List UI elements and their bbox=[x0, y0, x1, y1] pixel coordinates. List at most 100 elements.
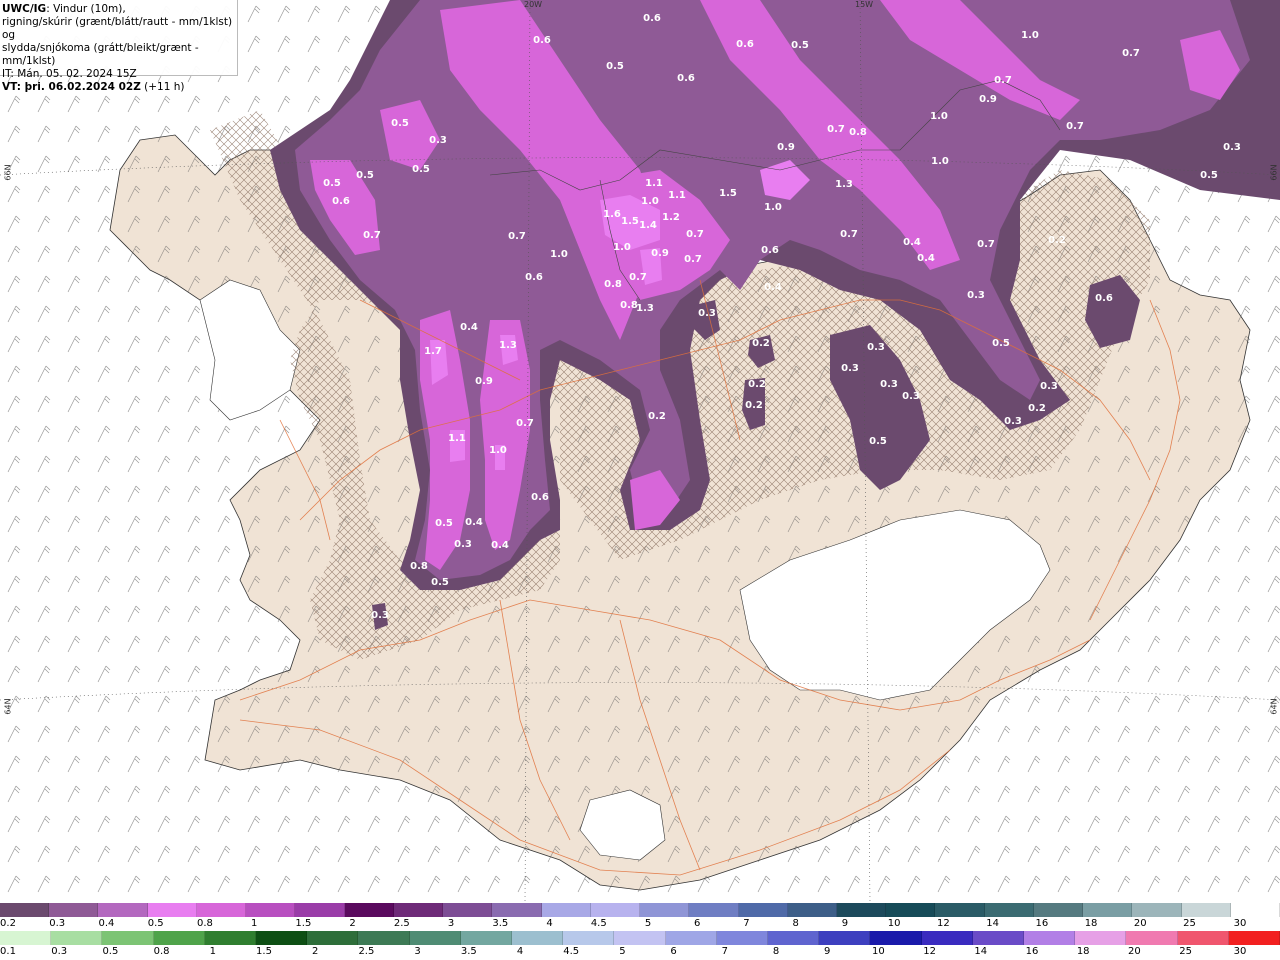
legend-swatch bbox=[921, 931, 973, 945]
rain-legend-labels: 0.1 0.3 0.5 0.8 1 1.5 2 2.5 3 3.5 4 4.5 5 6 7 8 9 10 12 14 1… bbox=[0, 946, 1280, 958]
precip-value: 0.4 bbox=[460, 322, 478, 333]
precip-value: 1.1 bbox=[448, 433, 466, 444]
legend-swatch bbox=[344, 903, 394, 917]
legend-label: 4 bbox=[516, 946, 524, 957]
legend-label: 25 bbox=[1179, 946, 1192, 957]
precip-value: 0.6 bbox=[761, 245, 779, 256]
precip-value: 1.3 bbox=[835, 179, 853, 190]
precip-value: 0.5 bbox=[323, 178, 341, 189]
init-time: IT: Mán. 05. 02. 2024 15Z bbox=[2, 68, 137, 80]
snow-legend-labels: 0.2 0.3 0.4 0.5 0.8 1 1.5 2 2.5 3 3.5 4 4.5 5 6 7 8 9 10 12… bbox=[0, 918, 1280, 930]
precip-value: 0.9 bbox=[979, 94, 997, 105]
precip-value: 0.3 bbox=[880, 379, 898, 390]
legend-swatch bbox=[1181, 903, 1231, 917]
precip-value: 0.3 bbox=[454, 539, 472, 550]
legend-label: 18 bbox=[1084, 918, 1098, 929]
legend-swatch bbox=[307, 931, 359, 945]
precip-value: 0.5 bbox=[412, 164, 430, 175]
legend-label: 8 bbox=[792, 918, 799, 929]
legend-label: 2 bbox=[349, 918, 356, 929]
lon-label-15w: 15W bbox=[855, 0, 874, 9]
legend-label: 12 bbox=[937, 918, 950, 929]
precip-value: 1.0 bbox=[764, 202, 782, 213]
precip-value: 0.3 bbox=[371, 610, 389, 621]
legend-swatch bbox=[563, 931, 615, 945]
legend-label: 10 bbox=[872, 946, 885, 957]
precip-value: 0.3 bbox=[1040, 381, 1058, 392]
precip-value: 0.5 bbox=[606, 61, 624, 72]
lead-time: (+11 h) bbox=[140, 81, 185, 93]
legend-swatch bbox=[787, 903, 837, 917]
precip-value: 0.3 bbox=[841, 363, 859, 374]
precip-value: 1.0 bbox=[930, 111, 948, 122]
legend-swatch bbox=[541, 903, 591, 917]
precip-value: 1.5 bbox=[719, 188, 737, 199]
precip-value: 1.1 bbox=[668, 190, 686, 201]
legend-swatch bbox=[246, 903, 296, 917]
legend-label: 0.8 bbox=[153, 946, 170, 957]
lat-label-right-bottom: 64N bbox=[1269, 698, 1279, 715]
precip-value: 0.5 bbox=[869, 436, 887, 447]
legend-swatch bbox=[1083, 903, 1133, 917]
precip-value: 0.3 bbox=[902, 391, 920, 402]
legend-label: 9 bbox=[824, 946, 831, 957]
precip-value: 0.7 bbox=[840, 229, 858, 240]
precip-value: 0.7 bbox=[827, 124, 845, 135]
precip-value: 0.3 bbox=[698, 308, 716, 319]
lat-label-left-top: 66N bbox=[3, 164, 13, 181]
legend-label: 3 bbox=[414, 946, 421, 957]
legend-label: 6 bbox=[694, 918, 701, 929]
legend-swatch bbox=[295, 903, 345, 917]
precip-value: 1.1 bbox=[645, 178, 663, 189]
precip-value: 1.0 bbox=[1021, 30, 1039, 41]
legend-swatch bbox=[1033, 903, 1084, 917]
legend-swatch bbox=[51, 931, 103, 945]
precip-value: 0.6 bbox=[736, 39, 754, 50]
legend-swatch bbox=[640, 903, 690, 917]
legend-swatch bbox=[1024, 931, 1076, 945]
legend-swatch bbox=[716, 931, 769, 945]
legend-label: 0.2 bbox=[0, 918, 16, 929]
lat-label-left-bottom: 64N bbox=[3, 698, 13, 715]
legend-swatch bbox=[512, 931, 564, 945]
precip-value: 0.5 bbox=[1200, 170, 1218, 181]
precip-value: 0.7 bbox=[977, 239, 995, 250]
precip-value: 0.7 bbox=[686, 229, 704, 240]
legend-label: 30 bbox=[1233, 946, 1247, 957]
title-snow: slydda/snjókoma (grátt/bleikt/grænt - mm… bbox=[2, 42, 199, 67]
precip-value: 0.2 bbox=[1028, 403, 1046, 414]
title-rain: rigning/skúrir (grænt/blátt/rautt - mm/1… bbox=[2, 16, 233, 41]
legend-label: 5 bbox=[644, 918, 652, 929]
precip-value: 0.7 bbox=[1066, 121, 1084, 132]
legend-label: 30 bbox=[1233, 918, 1247, 929]
legend-label: 1.5 bbox=[295, 918, 312, 929]
precip-value: 0.4 bbox=[465, 517, 483, 528]
legend-label: 18 bbox=[1076, 946, 1090, 957]
weather-map[interactable]: 0.6 0.6 0.5 0.6 0.6 0.5 1.0 0.7 0.7 0.9 0.5 0.3 0.5 0… bbox=[0, 0, 1280, 902]
legend-swatch bbox=[836, 903, 887, 917]
legend-swatch bbox=[886, 903, 936, 917]
precip-value: 0.9 bbox=[651, 248, 669, 259]
legend-swatch bbox=[768, 931, 820, 945]
precip-value: 0.3 bbox=[1223, 142, 1241, 153]
legend-label: 1 bbox=[250, 918, 258, 929]
legend-swatch bbox=[935, 903, 985, 917]
legend-label: 20 bbox=[1133, 918, 1147, 929]
legend-swatch bbox=[1132, 903, 1182, 917]
precip-value: 0.6 bbox=[332, 196, 350, 207]
precip-value: 0.5 bbox=[992, 338, 1010, 349]
precip-value: 0.6 bbox=[531, 492, 549, 503]
precip-value: 0.2 bbox=[752, 338, 770, 349]
snow-legend-bar bbox=[0, 903, 1280, 917]
precip-value: 0.4 bbox=[903, 237, 921, 248]
lat-label-right-top: 66N bbox=[1269, 164, 1279, 181]
legend-swatch bbox=[147, 903, 197, 917]
legend-label: 7 bbox=[743, 918, 750, 929]
map-title-box: UWC/IG: Vindur (10m), rigning/skúrir (gr… bbox=[0, 0, 238, 93]
title-wind: : Vindur (10m), bbox=[46, 3, 126, 15]
precip-value: 1.0 bbox=[931, 156, 949, 167]
legend-label: 12 bbox=[923, 946, 936, 957]
legend-label: 7 bbox=[721, 946, 728, 957]
legend-label: 16 bbox=[1025, 946, 1039, 957]
legend-label: 25 bbox=[1183, 918, 1196, 929]
